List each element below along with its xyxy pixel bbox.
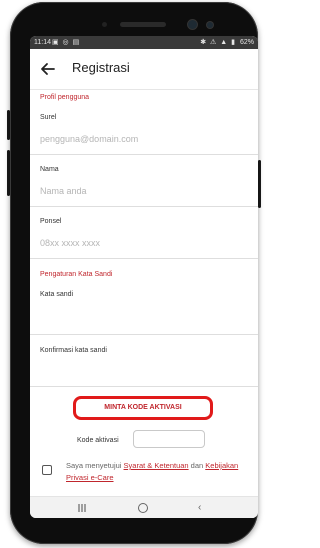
divider bbox=[30, 154, 258, 155]
power-button bbox=[258, 160, 261, 208]
divider bbox=[30, 258, 258, 259]
consent-prefix: Saya menyetujui bbox=[66, 461, 124, 470]
request-activation-code-label: MINTA KODE AKTIVASI bbox=[104, 404, 182, 411]
app-bar: Registrasi bbox=[30, 49, 258, 90]
phone-field[interactable]: 08xx xxxx xxxx bbox=[30, 228, 258, 256]
page-title: Registrasi bbox=[72, 60, 130, 75]
divider bbox=[30, 206, 258, 207]
proximity-sensor bbox=[102, 22, 107, 27]
phone-frame: 11:14 ▣ ◎ ▤ ✱ ⚠ ▲ ▮ 62% Registrasi Profi… bbox=[10, 2, 258, 544]
notification-icons: ▣ ◎ ▤ bbox=[52, 39, 81, 46]
system-nav-bar: ‹ bbox=[30, 496, 258, 518]
request-activation-code-button[interactable]: MINTA KODE AKTIVASI bbox=[73, 396, 213, 420]
email-label: Surel bbox=[40, 114, 57, 121]
password-label: Kata sandi bbox=[40, 291, 74, 298]
arrow-left-icon[interactable] bbox=[38, 59, 58, 79]
phone-label: Ponsel bbox=[40, 218, 62, 225]
phone-placeholder: 08xx xxxx xxxx bbox=[40, 238, 101, 248]
password-field[interactable] bbox=[30, 301, 258, 333]
name-label: Nama bbox=[40, 166, 59, 173]
section-title-password: Pengaturan Kata Sandi bbox=[40, 271, 113, 278]
status-time: 11:14 bbox=[34, 39, 51, 46]
earpiece-speaker bbox=[120, 22, 166, 27]
app-screen: 11:14 ▣ ◎ ▤ ✱ ⚠ ▲ ▮ 62% Registrasi Profi… bbox=[30, 36, 258, 518]
terms-checkbox[interactable] bbox=[42, 465, 52, 475]
battery-percentage: 62% bbox=[239, 39, 254, 46]
name-placeholder: Nama anda bbox=[40, 186, 87, 196]
email-placeholder: pengguna@domain.com bbox=[40, 134, 139, 144]
home-icon[interactable] bbox=[138, 503, 148, 513]
system-status-icons: ✱ ⚠ ▲ ▮ bbox=[200, 39, 236, 46]
back-icon[interactable]: ‹ bbox=[198, 502, 201, 514]
iris-sensor bbox=[207, 22, 213, 28]
recent-apps-icon[interactable] bbox=[77, 503, 87, 513]
section-title-profile: Profil pengguna bbox=[40, 94, 90, 101]
confirm-password-label: Konfirmasi kata sandi bbox=[40, 347, 107, 354]
front-camera bbox=[188, 20, 197, 29]
terms-link[interactable]: Syarat & Ketentuan bbox=[124, 461, 189, 470]
activation-code-input[interactable] bbox=[133, 430, 205, 448]
divider bbox=[30, 386, 258, 387]
consent-text: Saya menyetujui Syarat & Ketentuan dan K… bbox=[66, 460, 246, 484]
name-field[interactable]: Nama anda bbox=[30, 176, 258, 204]
divider bbox=[30, 334, 258, 335]
consent-middle: dan bbox=[188, 461, 206, 470]
activation-code-label: Kode aktivasi bbox=[77, 437, 119, 444]
email-field[interactable]: pengguna@domain.com bbox=[30, 124, 258, 152]
status-bar: 11:14 ▣ ◎ ▤ ✱ ⚠ ▲ ▮ 62% bbox=[30, 36, 258, 49]
confirm-password-field[interactable] bbox=[30, 357, 258, 385]
